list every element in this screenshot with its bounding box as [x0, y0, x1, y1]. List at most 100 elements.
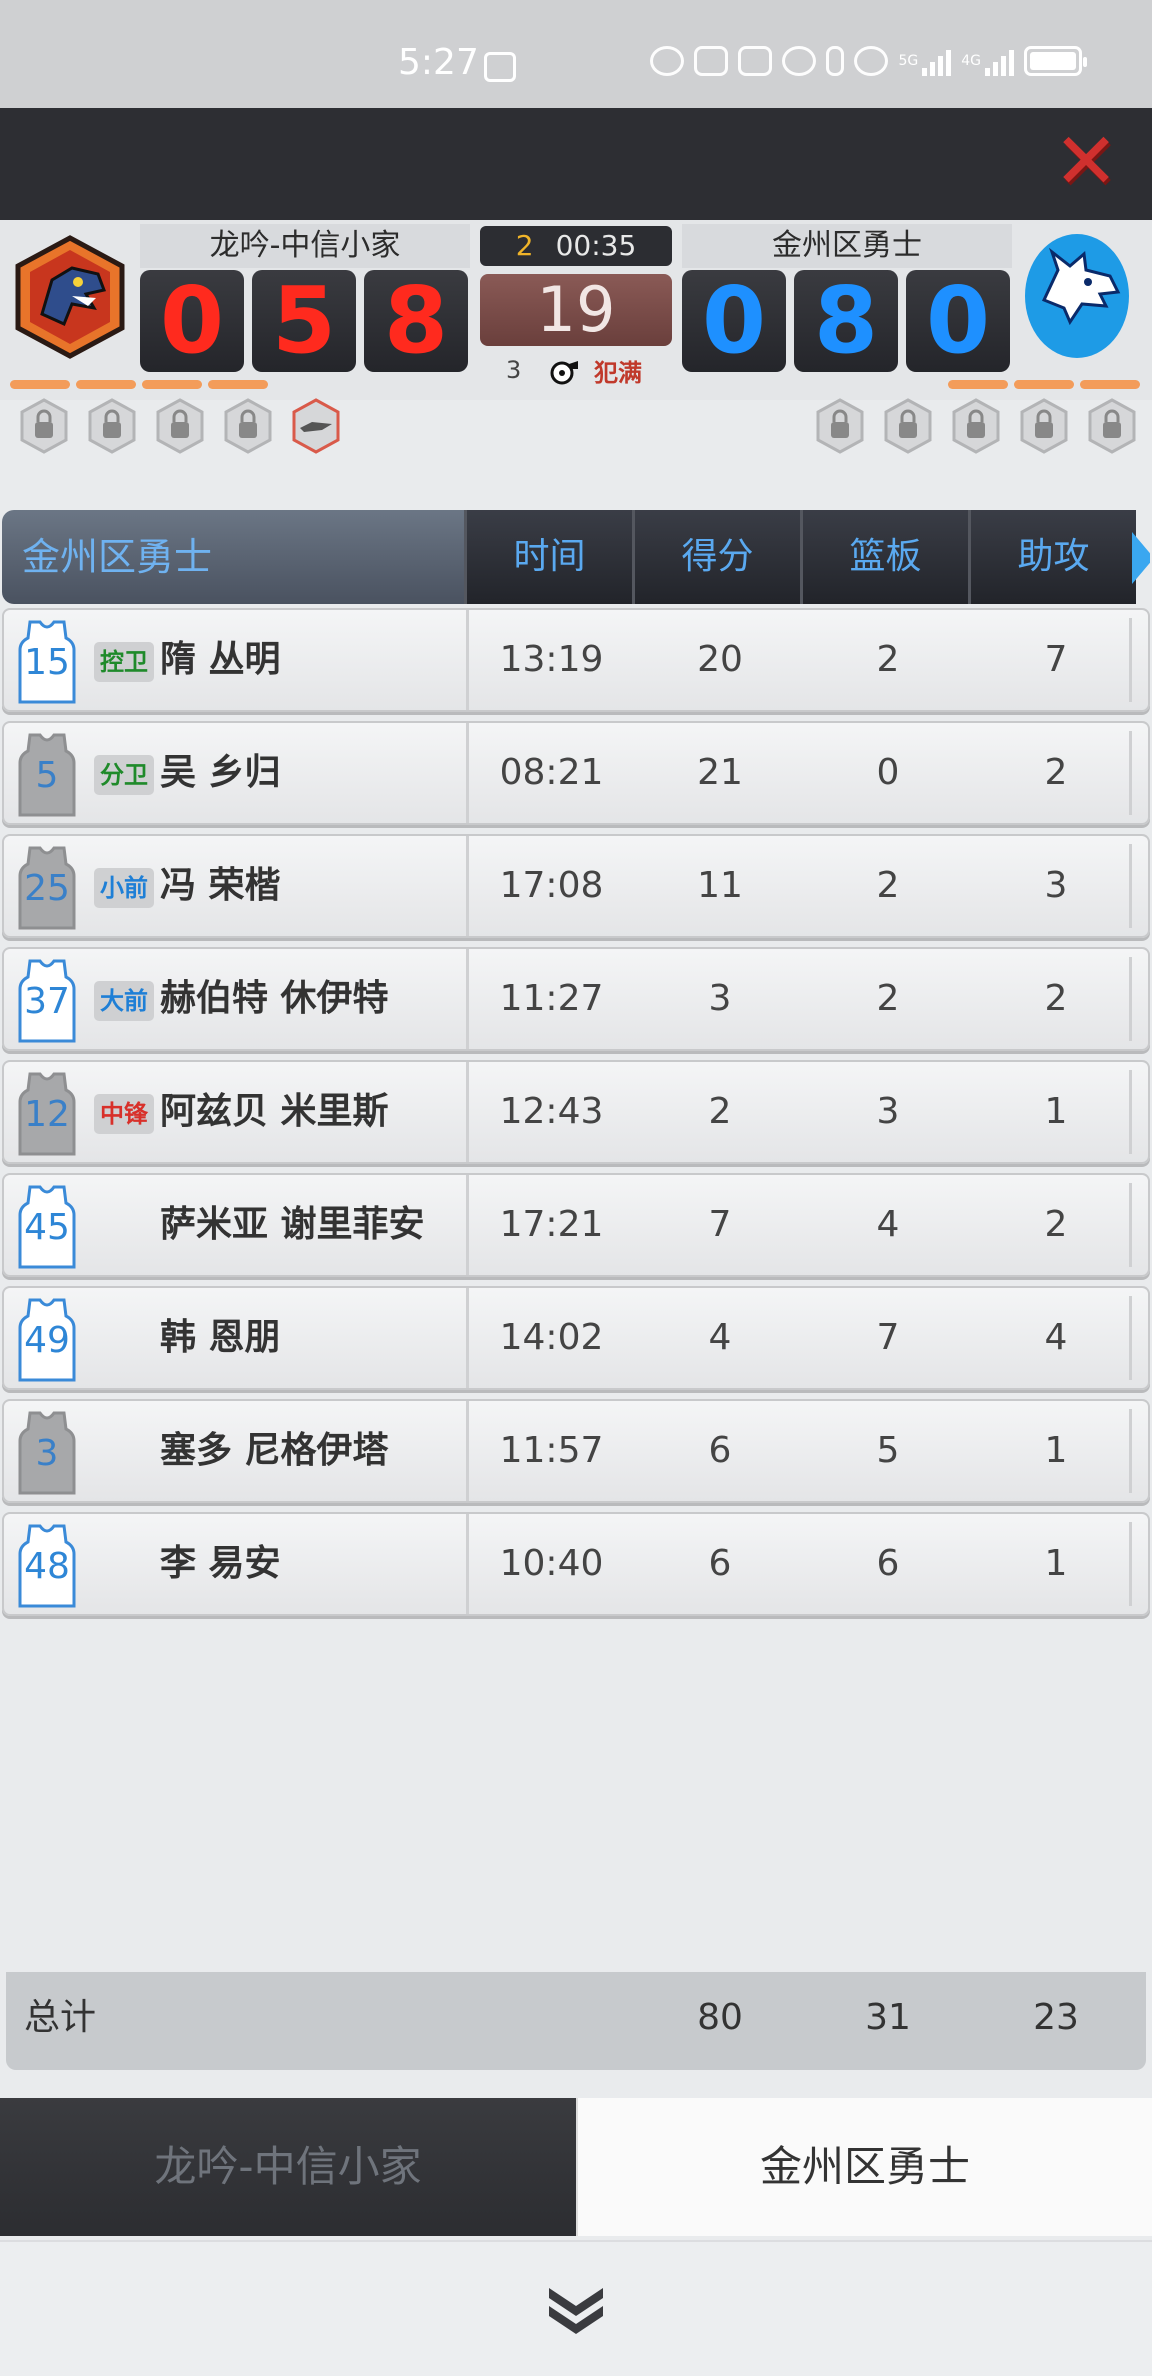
column-header-points[interactable]: 得分 [632, 510, 800, 604]
away-skill-slots [816, 398, 1136, 454]
home-score: 0 5 8 [140, 270, 468, 372]
player-assists: 1 [1044, 1091, 1068, 1132]
player-name: 李 易安 [160, 1543, 281, 1584]
collapse-bar[interactable] [0, 2240, 1152, 2376]
team-fouls-count: 3 [506, 356, 522, 384]
player-points: 21 [697, 752, 743, 793]
notification-app-icon [484, 52, 516, 82]
jersey-number: 12 [24, 1094, 70, 1135]
lock-icon[interactable] [884, 398, 932, 454]
player-time: 11:57 [466, 1401, 634, 1501]
home-skill-slots [20, 398, 340, 454]
nfc-icon [738, 46, 773, 76]
lock-icon[interactable] [1088, 398, 1136, 454]
player-time: 12:43 [466, 1062, 634, 1162]
player-assists: 2 [1044, 752, 1068, 793]
player-rebounds: 7 [876, 1317, 900, 1358]
player-row[interactable]: 48 李 易安 10:40 6 6 1 [2, 1512, 1150, 1616]
home-score-digit: 5 [252, 270, 356, 372]
player-assists: 2 [1044, 978, 1068, 1019]
close-button[interactable]: ✕ [1050, 123, 1122, 201]
tab-home-team[interactable]: 龙吟-中信小家 [0, 2098, 576, 2236]
game-clock: 2 00:35 [480, 226, 672, 266]
lock-icon[interactable] [816, 398, 864, 454]
timeout-bar [1080, 380, 1140, 389]
totals-label: 总计 [24, 1997, 97, 2038]
player-time: 13:19 [466, 610, 634, 710]
player-name: 韩 恩朋 [160, 1317, 281, 1358]
top-bar: ✕ [0, 108, 1152, 220]
away-team-name: 金州区勇士 [682, 224, 1012, 268]
row-divider [1129, 957, 1132, 1041]
lock-icon[interactable] [1020, 398, 1068, 454]
tab-away-team[interactable]: 金州区勇士 [576, 2098, 1152, 2236]
player-row[interactable]: 49 韩 恩朋 14:02 4 7 4 [2, 1286, 1150, 1390]
status-bar: 5:27 5G 4G [0, 0, 1152, 108]
timeout-bar [208, 380, 268, 389]
status-icons: 5G 4G [650, 46, 1087, 76]
jersey-icon: 25 [16, 846, 78, 930]
player-row[interactable]: 12 中锋 阿兹贝 米里斯 12:43 2 3 1 [2, 1060, 1150, 1164]
player-rebounds: 2 [876, 865, 900, 906]
totals-row: 总计 80 31 23 [6, 1972, 1146, 2070]
signal-icon-2 [985, 46, 1014, 76]
lock-icon[interactable] [88, 398, 136, 454]
position-badge: 大前 [94, 981, 154, 1021]
scroll-right-arrow-icon[interactable] [1132, 532, 1150, 584]
game-time: 00:35 [555, 229, 637, 262]
double-chevron-down-icon[interactable] [545, 2282, 607, 2338]
lock-icon[interactable] [156, 398, 204, 454]
jersey-number: 37 [24, 981, 70, 1022]
away-team-logo-icon [1025, 234, 1129, 358]
player-row[interactable]: 25 小前冯 荣楷 17:08 11 2 3 [2, 834, 1150, 938]
jersey-number: 15 [24, 642, 70, 683]
crocodile-skill-icon[interactable] [292, 398, 340, 454]
column-header-time[interactable]: 时间 [464, 510, 632, 604]
stats-table-header: 金州区勇士 时间 得分 篮板 助攻 [2, 510, 1150, 604]
player-points: 7 [708, 1204, 732, 1245]
player-assists: 1 [1044, 1430, 1068, 1471]
home-score-digit: 8 [364, 270, 468, 372]
player-rebounds: 2 [876, 639, 900, 680]
player-row[interactable]: 5 分卫吴 乡归 08:21 21 0 2 [2, 721, 1150, 825]
player-rebounds: 3 [876, 1091, 900, 1132]
player-time: 17:08 [466, 836, 634, 936]
player-name: 萨米亚 谢里菲安 [160, 1204, 425, 1245]
quarter-number: 2 [515, 229, 534, 262]
player-row[interactable]: 45 萨米亚 谢里菲安 17:21 7 4 2 [2, 1173, 1150, 1277]
position-badge: 控卫 [94, 642, 154, 682]
player-assists: 7 [1044, 639, 1068, 680]
jersey-number: 5 [35, 755, 59, 796]
whistle-icon [550, 361, 578, 385]
column-header-assists[interactable]: 助攻 [968, 510, 1136, 604]
player-list: 15 控卫隋 丛明 13:19 20 2 7 5 分卫吴 乡归 08:21 21 0 2 25 小前冯 荣… [2, 608, 1150, 1625]
totals-assists: 23 [1033, 1997, 1079, 2038]
player-points: 4 [708, 1317, 732, 1358]
player-row[interactable]: 37 大前 赫伯特 休伊特 11:27 3 2 2 [2, 947, 1150, 1051]
player-assists: 4 [1044, 1317, 1068, 1358]
player-points: 2 [708, 1091, 732, 1132]
away-score-digit: 8 [794, 270, 898, 372]
row-divider [1129, 844, 1132, 928]
row-divider [1129, 1070, 1132, 1154]
column-header-rebounds[interactable]: 篮板 [800, 510, 968, 604]
player-time: 17:21 [466, 1175, 634, 1275]
position-badge: 小前 [94, 868, 154, 908]
timeout-bar [76, 380, 136, 389]
position-badge: 中锋 [94, 1094, 154, 1134]
player-row[interactable]: 15 控卫隋 丛明 13:19 20 2 7 [2, 608, 1150, 712]
player-time: 08:21 [466, 723, 634, 823]
home-team-logo-icon [15, 235, 125, 359]
shot-clock: 19 [480, 274, 672, 346]
lock-icon[interactable] [952, 398, 1000, 454]
jersey-icon: 49 [16, 1298, 78, 1382]
lock-icon[interactable] [224, 398, 272, 454]
jersey-icon: 15 [16, 620, 78, 704]
row-divider [1129, 1522, 1132, 1606]
player-row[interactable]: 3 塞多 尼格伊塔 11:57 6 5 1 [2, 1399, 1150, 1503]
home-score-digit: 0 [140, 270, 244, 372]
row-divider [1129, 731, 1132, 815]
scoreboard: 龙吟-中信小家 0 5 8 2 00:35 19 3 犯满 金州区勇士 0 8 0 [0, 220, 1152, 400]
signal-icon [922, 46, 952, 76]
lock-icon[interactable] [20, 398, 68, 454]
